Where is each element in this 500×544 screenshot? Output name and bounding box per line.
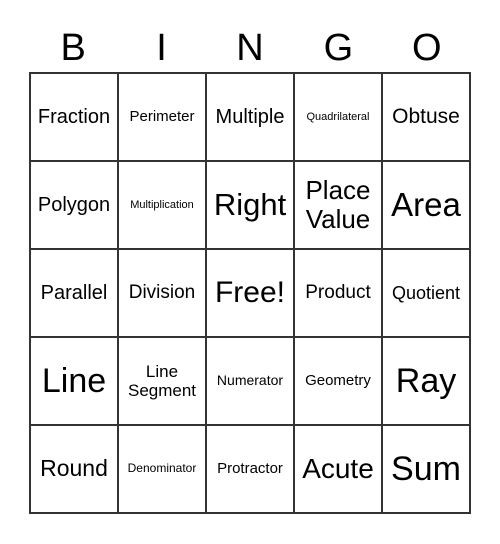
bingo-cell[interactable]: Acute bbox=[294, 425, 382, 513]
bingo-cell[interactable]: Geometry bbox=[294, 337, 382, 425]
bingo-cell[interactable]: Parallel bbox=[30, 249, 118, 337]
bingo-cell[interactable]: Sum bbox=[382, 425, 470, 513]
bingo-cell[interactable]: Line Segment bbox=[118, 337, 206, 425]
bingo-header: B I N G O bbox=[29, 26, 471, 70]
bingo-cell[interactable]: Obtuse bbox=[382, 73, 470, 161]
bingo-cell[interactable]: Quotient bbox=[382, 249, 470, 337]
bingo-cell[interactable]: Multiple bbox=[206, 73, 294, 161]
bingo-cell[interactable]: Area bbox=[382, 161, 470, 249]
bingo-cell[interactable]: Place Value bbox=[294, 161, 382, 249]
bingo-cell[interactable]: Fraction bbox=[30, 73, 118, 161]
header-letter-g: G bbox=[323, 27, 354, 69]
header-letter-o: O bbox=[411, 27, 442, 69]
bingo-cell[interactable]: Ray bbox=[382, 337, 470, 425]
header-letter-n: N bbox=[236, 27, 264, 69]
bingo-cell[interactable]: Numerator bbox=[206, 337, 294, 425]
bingo-cell[interactable]: Division bbox=[118, 249, 206, 337]
bingo-cell[interactable]: Perimeter bbox=[118, 73, 206, 161]
bingo-cell[interactable]: Denominator bbox=[118, 425, 206, 513]
bingo-cell[interactable]: Round bbox=[30, 425, 118, 513]
bingo-cell[interactable]: Protractor bbox=[206, 425, 294, 513]
bingo-cell[interactable]: Multiplication bbox=[118, 161, 206, 249]
bingo-cell[interactable]: Line bbox=[30, 337, 118, 425]
header-letter-b: B bbox=[60, 27, 86, 69]
bingo-cell[interactable]: Quadrilateral bbox=[294, 73, 382, 161]
bingo-cell[interactable]: Product bbox=[294, 249, 382, 337]
bingo-cell[interactable]: Right bbox=[206, 161, 294, 249]
bingo-cell[interactable]: Free! bbox=[206, 249, 294, 337]
bingo-grid: Fraction Perimeter Multiple Quadrilateral Ob… bbox=[29, 72, 471, 514]
header-letter-i: I bbox=[156, 27, 167, 69]
bingo-cell[interactable]: Polygon bbox=[30, 161, 118, 249]
